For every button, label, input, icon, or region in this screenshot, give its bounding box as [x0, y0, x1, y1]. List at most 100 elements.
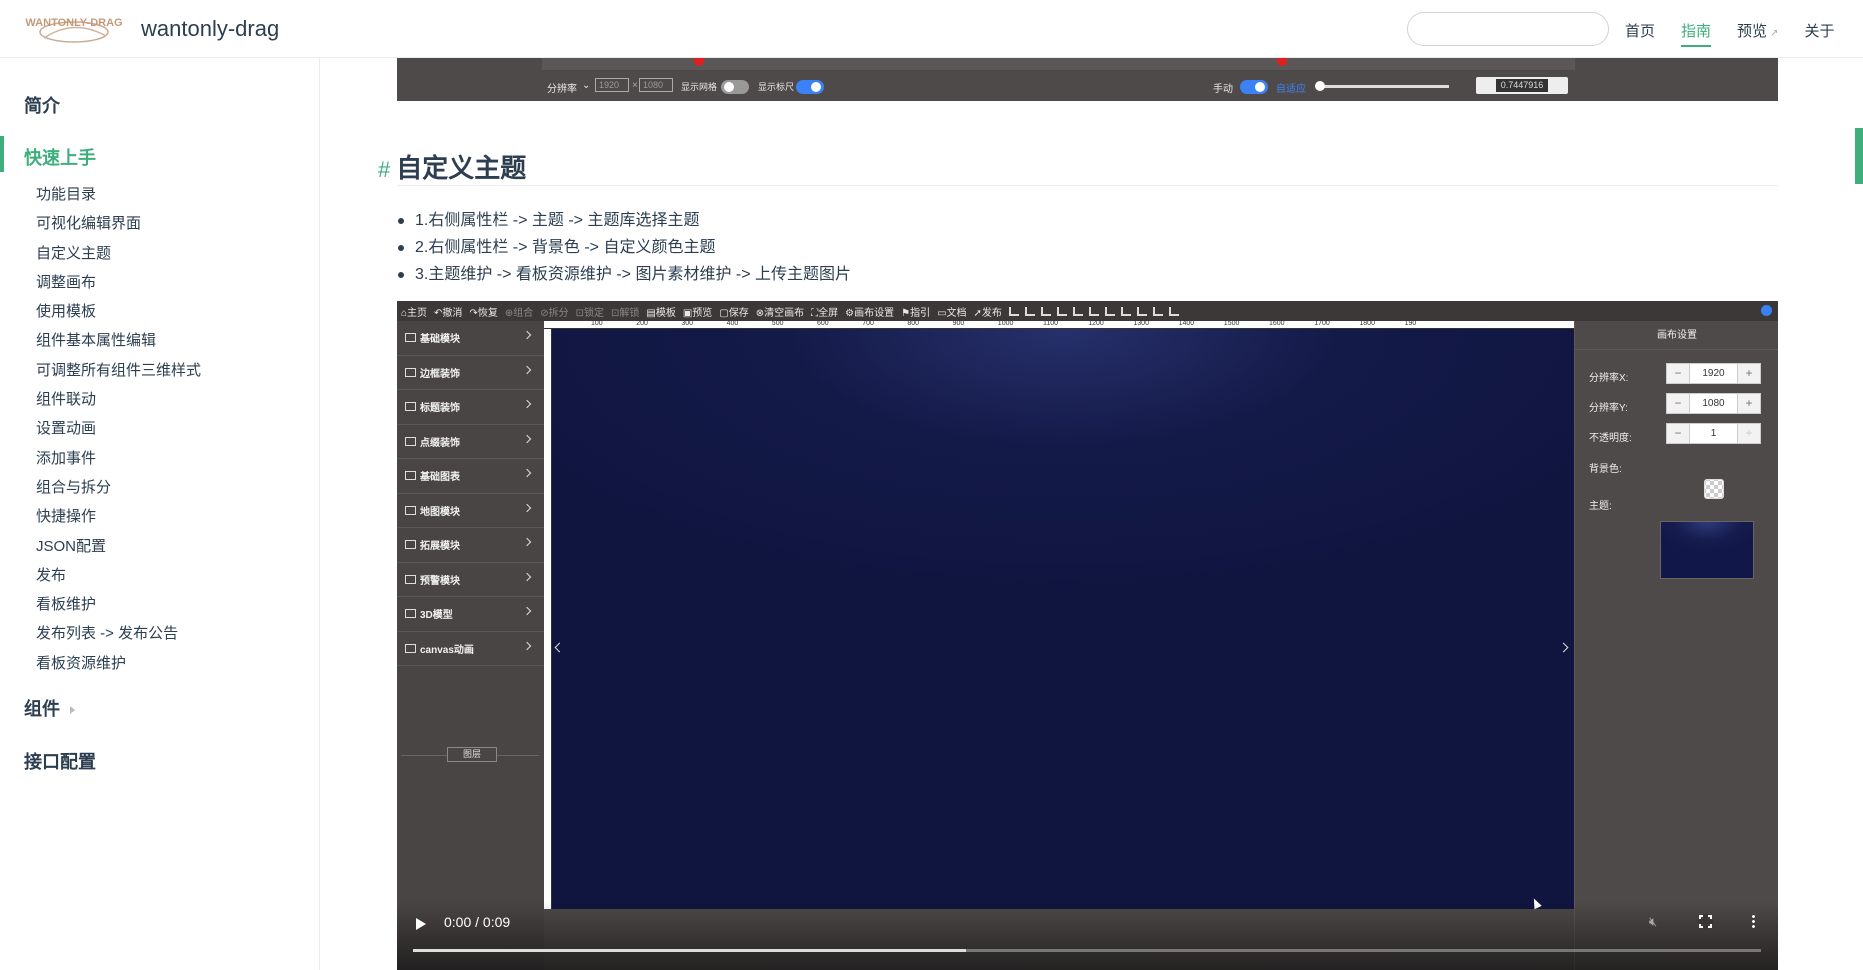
align-icon[interactable] — [1136, 306, 1147, 316]
toolbar-button[interactable]: ⚙画布设置 — [845, 304, 894, 319]
align-icon[interactable] — [1088, 306, 1099, 316]
res-x-box[interactable]: 1920 — [595, 78, 629, 92]
nav-guide[interactable]: 指南 — [1681, 20, 1712, 47]
res-y-stepper[interactable]: − 1080 + — [1666, 393, 1761, 414]
scroll-indicator[interactable] — [1855, 128, 1863, 184]
plus-icon[interactable]: + — [1738, 424, 1760, 443]
sidebar-item[interactable]: 调整画布 — [36, 268, 201, 297]
component-category[interactable]: 拓展模块 — [397, 528, 544, 563]
plus-icon[interactable]: + — [1738, 364, 1760, 383]
layer-button[interactable]: 图层 — [447, 747, 497, 762]
site-name[interactable]: wantonly-drag — [141, 16, 279, 42]
sidebar-item[interactable]: JSON配置 — [36, 532, 201, 561]
toolbar-button[interactable]: ▭文档 — [937, 304, 966, 319]
toolbar-button[interactable]: ⌂主页 — [401, 304, 427, 319]
sidebar-item[interactable]: 可调整所有组件三维样式 — [36, 356, 201, 385]
moon-icon[interactable] — [1761, 305, 1772, 316]
zoom-slider-handle[interactable] — [1315, 81, 1325, 91]
opacity-value[interactable]: 1 — [1689, 424, 1738, 443]
toolbar-button[interactable]: ▢保存 — [719, 304, 748, 319]
sidebar-group-intro[interactable]: 简介 — [24, 92, 60, 118]
logo[interactable]: WANTONLY-DRAG — [24, 12, 124, 46]
res-y-box[interactable]: 1080 — [639, 78, 673, 92]
video-progress-bar[interactable] — [413, 949, 1761, 952]
res-x-value[interactable]: 1920 — [1689, 364, 1738, 383]
zoom-slider-track[interactable] — [1319, 85, 1449, 88]
component-category[interactable]: 预警模块 — [397, 563, 544, 597]
toolbar-button[interactable]: ⊘拆分 — [540, 304, 568, 319]
sidebar-item[interactable]: 可视化编辑界面 — [36, 209, 201, 238]
chevron-left-icon[interactable] — [554, 642, 565, 653]
sidebar-item[interactable]: 发布 — [36, 561, 201, 590]
toolbar-button[interactable]: ➚发布 — [974, 304, 1002, 319]
sidebar-group-components[interactable]: 组件 — [24, 695, 75, 721]
sidebar-item[interactable]: 功能目录 — [36, 180, 201, 209]
toolbar-button[interactable]: ⊕组合 — [505, 304, 533, 319]
component-category[interactable]: 地图模块 — [397, 494, 544, 528]
minus-icon[interactable]: − — [1667, 364, 1689, 383]
align-icon[interactable] — [1008, 306, 1019, 316]
toolbar-button[interactable]: ↷恢复 — [469, 304, 497, 319]
ruler-toggle[interactable] — [796, 80, 824, 94]
sidebar-item[interactable]: 组件基本属性编辑 — [36, 326, 201, 355]
editor-video[interactable]: ⌂主页 ↶撤消 ↷恢复 ⊕组合 ⊘拆分 ⊡锁定 ⊡解锁 ▤模板 ▣预览 ▢保存 ⊗清空画布 ⛶全屏 ⚙画… — [397, 301, 1778, 970]
toolbar-button[interactable]: ▤模板 — [646, 304, 675, 319]
chevron-right-icon[interactable] — [1558, 642, 1569, 653]
align-icon[interactable] — [1104, 306, 1115, 316]
minus-icon[interactable]: − — [1667, 394, 1689, 413]
toolbar-button[interactable]: ⊗清空画布 — [756, 304, 804, 319]
align-icon[interactable] — [1168, 306, 1179, 316]
sidebar-group-quickstart[interactable]: 快速上手 — [24, 144, 96, 170]
more-options-icon[interactable] — [1752, 914, 1755, 929]
nav-preview[interactable]: 预览 ↗ — [1737, 20, 1778, 47]
sidebar-item[interactable]: 看板资源维护 — [36, 649, 201, 678]
fullscreen-icon[interactable] — [1698, 914, 1713, 929]
editor-canvas[interactable] — [552, 329, 1574, 909]
toolbar-button[interactable]: ▣预览 — [683, 304, 712, 319]
component-category[interactable]: 标题装饰 — [397, 390, 544, 425]
sidebar-item[interactable]: 看板维护 — [36, 590, 201, 619]
sidebar-item[interactable]: 组件联动 — [36, 385, 201, 414]
sidebar-item[interactable]: 自定义主题 — [36, 239, 201, 268]
sidebar-item[interactable]: 快捷操作 — [36, 502, 201, 531]
align-icon[interactable] — [1152, 306, 1163, 316]
component-category[interactable]: canvas动画 — [397, 632, 544, 666]
opacity-stepper[interactable]: − 1 + — [1666, 423, 1761, 444]
sidebar-item[interactable]: 添加事件 — [36, 444, 201, 473]
play-icon[interactable] — [416, 918, 426, 930]
align-icon[interactable] — [1024, 306, 1035, 316]
toolbar-button[interactable]: ⛶全屏 — [811, 304, 838, 319]
minus-icon[interactable]: − — [1667, 424, 1689, 443]
theme-thumbnail[interactable] — [1660, 521, 1754, 579]
component-category[interactable]: 点缀装饰 — [397, 425, 544, 459]
sidebar-group-api[interactable]: 接口配置 — [24, 748, 96, 774]
plus-icon[interactable]: + — [1738, 394, 1760, 413]
align-icon[interactable] — [1120, 306, 1131, 316]
component-category[interactable]: 3D模型 — [397, 597, 544, 632]
search-input[interactable] — [1407, 12, 1609, 46]
align-icon[interactable] — [1072, 306, 1083, 316]
toolbar-button[interactable]: ⊡锁定 — [576, 304, 604, 319]
align-icon[interactable] — [1040, 306, 1051, 316]
heading-anchor[interactable]: # — [378, 157, 390, 182]
manual-toggle[interactable] — [1240, 80, 1268, 94]
component-category[interactable]: 基础模块 — [397, 321, 544, 356]
sidebar-item[interactable]: 发布列表 -> 发布公告 — [36, 619, 201, 648]
muted-speaker-icon[interactable]: 🔇︎ — [1649, 914, 1657, 930]
res-y-value[interactable]: 1080 — [1689, 394, 1738, 413]
toolbar-button[interactable]: ↶撤消 — [434, 304, 462, 319]
component-category[interactable]: 基础图表 — [397, 459, 544, 494]
sidebar-item[interactable]: 组合与拆分 — [36, 473, 201, 502]
toolbar-button[interactable]: ⚑指引 — [901, 304, 930, 319]
grid-toggle[interactable] — [721, 80, 749, 94]
nav-about[interactable]: 关于 — [1804, 20, 1834, 47]
toolbar-button[interactable]: ⊡解锁 — [611, 304, 639, 319]
res-x-stepper[interactable]: − 1920 + — [1666, 363, 1761, 384]
bg-color-picker[interactable] — [1704, 479, 1724, 499]
align-icon[interactable] — [1056, 306, 1067, 316]
sidebar-item[interactable]: 设置动画 — [36, 414, 201, 443]
component-category[interactable]: 边框装饰 — [397, 356, 544, 390]
nav-home[interactable]: 首页 — [1625, 20, 1655, 47]
adaptive-label[interactable]: 自适应 — [1276, 80, 1306, 95]
zoom-input[interactable]: 0.7447916 — [1476, 77, 1568, 94]
